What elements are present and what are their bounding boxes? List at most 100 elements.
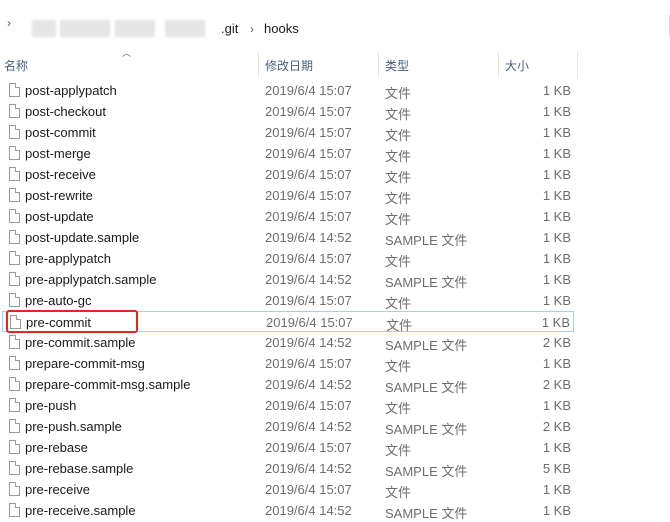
file-name: post-receive — [25, 167, 96, 182]
file-name: post-commit — [25, 125, 96, 140]
file-size: 1 KB — [542, 167, 571, 182]
file-row[interactable]: post-receive 2019/6/4 15:07 文件 1 KB — [2, 164, 574, 185]
breadcrumb-hooks[interactable]: hooks — [264, 21, 299, 36]
file-row[interactable]: post-merge 2019/6/4 15:07 文件 1 KB — [2, 143, 574, 164]
file-modified-date: 2019/6/4 15:07 — [265, 104, 352, 119]
file-row[interactable]: post-update 2019/6/4 15:07 文件 1 KB — [2, 206, 574, 227]
breadcrumb-git[interactable]: .git — [221, 21, 238, 36]
column-header-size[interactable]: 大小 — [505, 57, 529, 74]
file-modified-date: 2019/6/4 15:07 — [265, 188, 352, 203]
file-icon — [9, 272, 20, 286]
file-icon — [9, 398, 20, 412]
column-divider[interactable] — [378, 52, 379, 78]
file-icon — [9, 146, 20, 160]
file-modified-date: 2019/6/4 14:52 — [265, 335, 352, 350]
file-modified-date: 2019/6/4 15:07 — [265, 356, 352, 371]
file-type: SAMPLE 文件 — [385, 275, 468, 290]
file-type: 文件 — [385, 401, 412, 416]
file-row[interactable]: pre-receive 2019/6/4 15:07 文件 1 KB — [2, 479, 574, 500]
column-divider[interactable] — [498, 52, 499, 78]
column-header-date[interactable]: 修改日期 — [265, 57, 313, 74]
file-icon — [9, 419, 20, 433]
file-name: pre-push — [25, 398, 77, 413]
file-type: 文件 — [385, 254, 412, 269]
file-icon — [9, 209, 20, 223]
file-row[interactable]: post-checkout 2019/6/4 15:07 文件 1 KB — [2, 101, 574, 122]
column-divider[interactable] — [258, 52, 259, 78]
file-size: 1 KB — [542, 293, 571, 308]
column-header-row: ︿ 名称 修改日期 类型 大小 — [0, 48, 670, 78]
breadcrumb-separator-icon[interactable]: › — [250, 22, 254, 36]
file-row[interactable]: prepare-commit-msg.sample 2019/6/4 14:52 S… — [2, 374, 574, 395]
file-modified-date: 2019/6/4 15:07 — [265, 83, 352, 98]
file-name: pre-push.sample — [25, 419, 122, 434]
file-row[interactable]: pre-auto-gc 2019/6/4 15:07 文件 1 KB — [2, 290, 574, 311]
file-name: pre-applypatch — [25, 251, 111, 266]
file-name: pre-receive.sample — [25, 503, 136, 518]
file-type: SAMPLE 文件 — [385, 464, 468, 479]
file-size: 1 KB — [542, 104, 571, 119]
file-row[interactable]: prepare-commit-msg 2019/6/4 15:07 文件 1 KB — [2, 353, 574, 374]
file-modified-date: 2019/6/4 14:52 — [265, 230, 352, 245]
file-name: post-merge — [25, 146, 91, 161]
file-row[interactable]: post-update.sample 2019/6/4 14:52 SAMPLE 文… — [2, 227, 574, 248]
file-type: 文件 — [385, 191, 412, 206]
column-header-name[interactable]: 名称 — [4, 57, 28, 74]
column-header-type[interactable]: 类型 — [385, 57, 409, 74]
obscured-path-segment — [32, 20, 56, 37]
file-type: 文件 — [385, 149, 412, 164]
file-type: 文件 — [385, 485, 412, 500]
file-icon — [9, 251, 20, 265]
file-row[interactable]: post-applypatch 2019/6/4 15:07 文件 1 KB — [2, 80, 574, 101]
address-bar[interactable]: › .git › hooks — [0, 0, 670, 45]
file-modified-date: 2019/6/4 15:07 — [265, 167, 352, 182]
file-size: 1 KB — [542, 146, 571, 161]
file-size: 5 KB — [542, 461, 571, 476]
file-icon — [9, 167, 20, 181]
file-icon — [9, 188, 20, 202]
file-icon — [9, 293, 20, 307]
file-row[interactable]: pre-push.sample 2019/6/4 14:52 SAMPLE 文件 2 … — [2, 416, 574, 437]
file-size: 1 KB — [542, 251, 571, 266]
file-row[interactable]: pre-rebase.sample 2019/6/4 14:52 SAMPLE 文件… — [2, 458, 574, 479]
file-type: 文件 — [385, 128, 412, 143]
file-row[interactable]: pre-push 2019/6/4 15:07 文件 1 KB — [2, 395, 574, 416]
file-name: post-update.sample — [25, 230, 140, 245]
file-size: 1 KB — [542, 503, 571, 518]
file-row[interactable]: pre-commit.sample 2019/6/4 14:52 SAMPLE 文件… — [2, 332, 574, 353]
file-modified-date: 2019/6/4 15:07 — [265, 251, 352, 266]
file-icon — [9, 83, 20, 97]
file-modified-date: 2019/6/4 14:52 — [265, 461, 352, 476]
file-row[interactable]: pre-rebase 2019/6/4 15:07 文件 1 KB — [2, 437, 574, 458]
file-name: post-checkout — [25, 104, 106, 119]
obscured-path-segment — [60, 20, 110, 37]
file-name: pre-receive — [25, 482, 91, 497]
file-row[interactable]: pre-applypatch 2019/6/4 15:07 文件 1 KB — [2, 248, 574, 269]
file-row[interactable]: post-commit 2019/6/4 15:07 文件 1 KB — [2, 122, 574, 143]
file-name: prepare-commit-msg.sample — [25, 377, 191, 392]
file-type: 文件 — [385, 86, 412, 101]
file-icon — [9, 482, 20, 496]
chevron-right-icon[interactable]: › — [7, 16, 11, 30]
file-icon — [9, 230, 20, 244]
file-size: 1 KB — [542, 230, 571, 245]
column-divider[interactable] — [577, 52, 578, 78]
file-size: 1 KB — [542, 209, 571, 224]
file-icon — [9, 461, 20, 475]
file-row[interactable]: post-rewrite 2019/6/4 15:07 文件 1 KB — [2, 185, 574, 206]
file-row[interactable]: pre-receive.sample 2019/6/4 14:52 SAMPLE 文… — [2, 500, 574, 521]
file-size: 1 KB — [542, 482, 571, 497]
file-size: 1 KB — [542, 83, 571, 98]
obscured-path-segment — [165, 20, 205, 37]
file-modified-date: 2019/6/4 15:07 — [265, 146, 352, 161]
file-type: 文件 — [385, 359, 412, 374]
file-modified-date: 2019/6/4 15:07 — [265, 293, 352, 308]
file-size: 1 KB — [542, 272, 571, 287]
file-icon — [9, 335, 20, 349]
file-row[interactable]: pre-applypatch.sample 2019/6/4 14:52 SAMPL… — [2, 269, 574, 290]
file-type: SAMPLE 文件 — [385, 338, 468, 353]
file-modified-date: 2019/6/4 15:07 — [265, 398, 352, 413]
sort-ascending-icon: ︿ — [122, 48, 132, 58]
file-name: pre-rebase.sample — [25, 461, 134, 476]
file-size: 1 KB — [542, 188, 571, 203]
